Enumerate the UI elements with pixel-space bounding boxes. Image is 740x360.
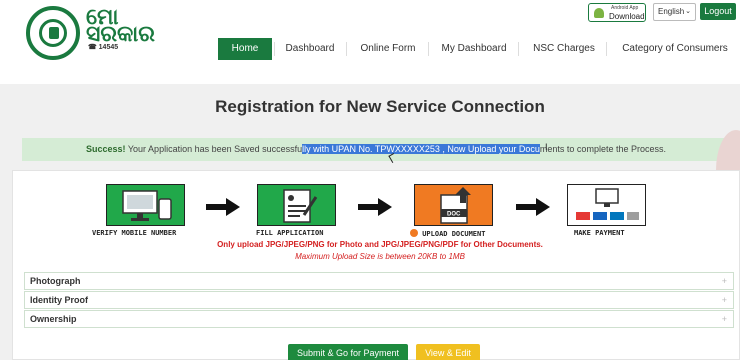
- submit-and-pay-button[interactable]: Submit & Go for Payment: [288, 344, 408, 360]
- section-photograph[interactable]: Photograph +: [24, 272, 734, 290]
- step-fill-application-label: FILL APPLICATION: [256, 229, 324, 237]
- upload-format-notice: Only upload JPG/JPEG/PNG for Photo and J…: [217, 240, 543, 249]
- nav-nsc-charges[interactable]: NSC Charges: [526, 38, 602, 60]
- language-value: English: [658, 7, 685, 16]
- nav-divider: [606, 42, 607, 56]
- section-identity-proof[interactable]: Identity Proof +: [24, 291, 734, 309]
- android-icon: [594, 8, 604, 18]
- brand-name-line2: ସରକାର: [86, 21, 155, 46]
- step-upload-document-box: DOC: [414, 184, 493, 226]
- language-select[interactable]: English ⌄: [653, 3, 696, 21]
- expand-icon: +: [721, 276, 727, 286]
- arrow-right-icon: [516, 198, 550, 216]
- step-make-payment-label: MAKE PAYMENT: [574, 229, 625, 237]
- section-photograph-label: Photograph: [30, 276, 81, 286]
- nav-home[interactable]: Home: [218, 38, 272, 60]
- alert-text: Success! Your Application has been Saved…: [86, 138, 666, 161]
- android-app-caption: Android App: [611, 5, 639, 11]
- alert-part1: Your Application has been Saved successf…: [125, 144, 303, 154]
- nav-divider: [518, 42, 519, 56]
- step-upload-document-label: UPLOAD DOCUMENT: [410, 229, 485, 238]
- expand-icon: +: [721, 295, 727, 305]
- logo-phone-icon: [49, 27, 59, 39]
- android-app-download-button[interactable]: Android App Download: [588, 3, 646, 22]
- nav-divider: [428, 42, 429, 56]
- nav-category-of-consumers[interactable]: Category of Consumers: [614, 38, 736, 60]
- form-pen-icon: [283, 189, 318, 223]
- svg-text:DOC: DOC: [447, 212, 461, 218]
- arrow-right-icon: [358, 198, 392, 216]
- user-badge-icon: [410, 229, 418, 237]
- alert-part2: ments to complete the Process.: [539, 144, 666, 154]
- alert-selected-text: lly with UPAN No. TPWXXXXX253 , Now Uplo…: [302, 144, 540, 154]
- arrow-right-icon: [206, 198, 240, 216]
- step-make-payment-box: [567, 184, 646, 226]
- payment-cards-icon: [576, 188, 639, 220]
- text-cursor-icon: I: [545, 142, 548, 152]
- computer-phone-icon: [122, 190, 172, 221]
- alert-strong: Success!: [86, 144, 126, 154]
- step-verify-mobile-label: VERIFY MOBILE NUMBER: [92, 229, 177, 237]
- nav-my-dashboard[interactable]: My Dashboard: [436, 38, 512, 60]
- success-alert: Success! Your Application has been Saved…: [22, 138, 740, 161]
- expand-icon: +: [721, 314, 727, 324]
- step-verify-mobile-box: [106, 184, 185, 226]
- section-ownership[interactable]: Ownership +: [24, 310, 734, 328]
- android-download-label: Download: [609, 12, 645, 21]
- step-fill-application-box: [257, 184, 336, 226]
- helpline-number: ☎ 14545: [88, 44, 119, 51]
- view-edit-button[interactable]: View & Edit: [416, 344, 480, 360]
- upload-size-notice: Maximum Upload Size is between 20KB to 1…: [295, 252, 465, 261]
- section-identity-proof-label: Identity Proof: [30, 295, 88, 305]
- logout-button[interactable]: Logout: [700, 3, 736, 20]
- nav-divider: [346, 42, 347, 56]
- chevron-down-icon: ⌄: [685, 8, 691, 15]
- nav-divider: [274, 42, 275, 56]
- nav-dashboard[interactable]: Dashboard: [280, 38, 340, 60]
- step-upload-document-text: UPLOAD DOCUMENT: [422, 230, 486, 238]
- nav-online-form[interactable]: Online Form: [354, 38, 422, 60]
- page-title: Registration for New Service Connection: [215, 97, 545, 116]
- mo-sarkar-logo[interactable]: [26, 6, 80, 60]
- upload-document-icon: DOC: [440, 187, 471, 224]
- section-ownership-label: Ownership: [30, 314, 77, 324]
